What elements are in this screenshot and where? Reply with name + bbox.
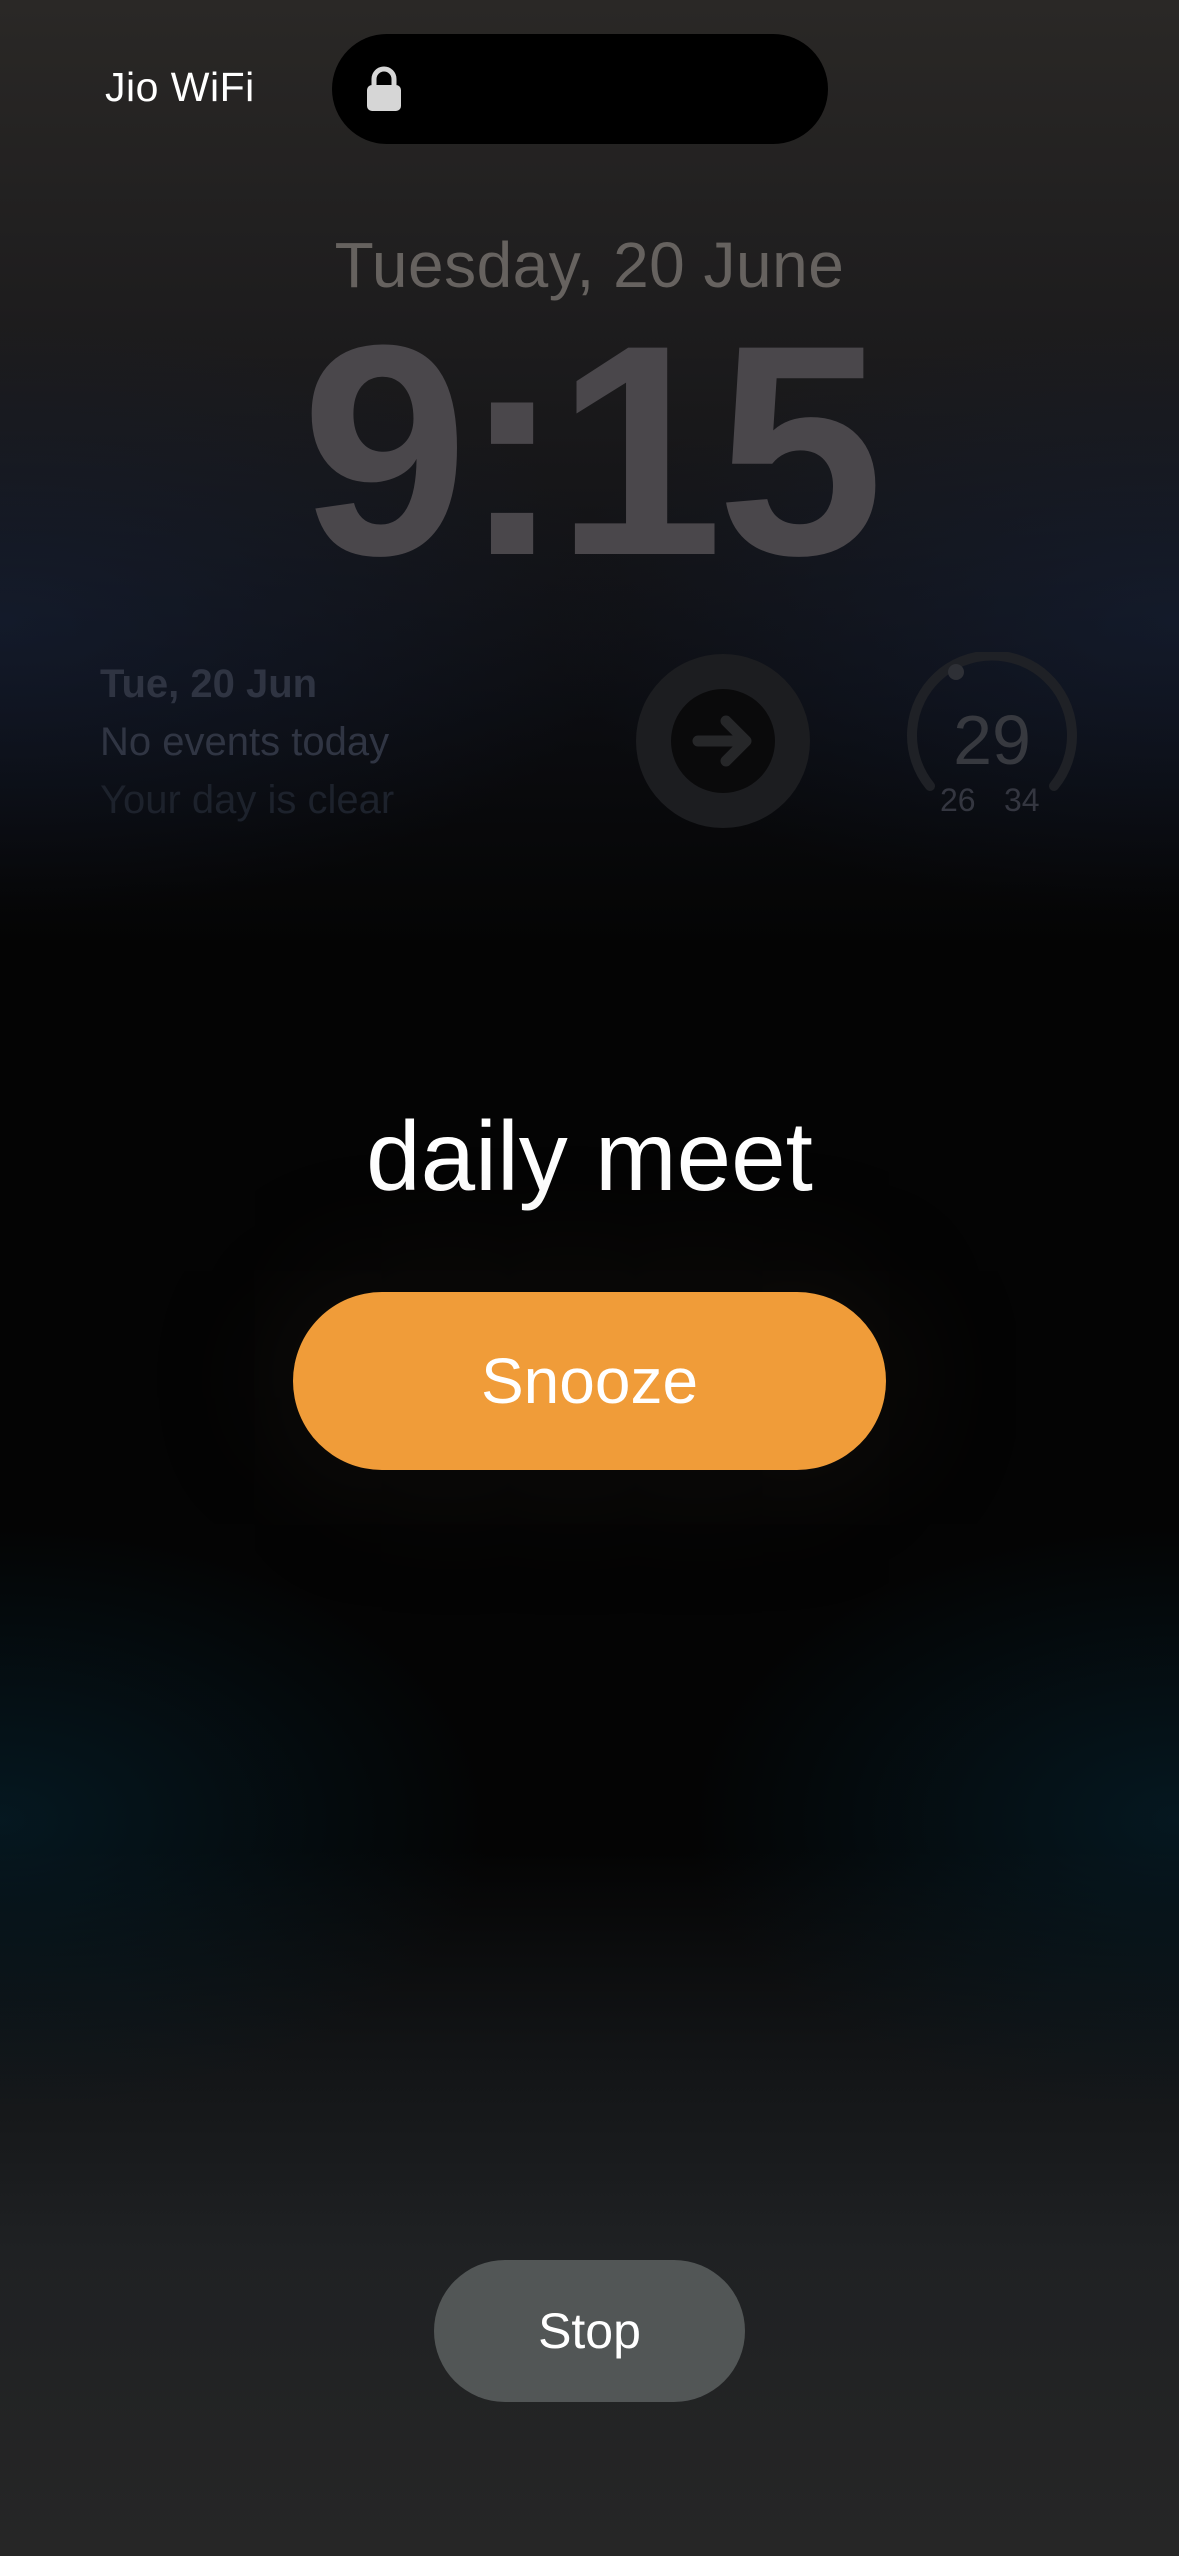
arrow-right-icon <box>636 654 810 828</box>
alarm-label: daily meet <box>366 1101 813 1211</box>
carrier-label: Jio WiFi <box>105 64 255 110</box>
weather-widget: 29 26 34 <box>904 652 1080 828</box>
calendar-widget-events: No events today <box>100 720 390 764</box>
lock-screen-clock: 9:15 <box>301 282 883 618</box>
weather-high-temp: 34 <box>1004 782 1040 818</box>
lock-icon <box>367 66 401 111</box>
alarm-screen: Jio WiFi Tuesday, 20 June 9:15 Tue, 20 J… <box>0 0 1179 2556</box>
weather-low-temp: 26 <box>940 782 976 818</box>
weather-current-temp: 29 <box>953 701 1031 779</box>
calendar-widget-date: Tue, 20 Jun <box>100 662 318 706</box>
stop-button[interactable]: Stop <box>434 2260 745 2402</box>
calendar-widget: Tue, 20 Jun No events today Your day is … <box>100 655 394 829</box>
calendar-widget-subtitle: Your day is clear <box>100 778 395 822</box>
snooze-button[interactable]: Snooze <box>293 1292 886 1470</box>
dynamic-island <box>332 34 828 144</box>
